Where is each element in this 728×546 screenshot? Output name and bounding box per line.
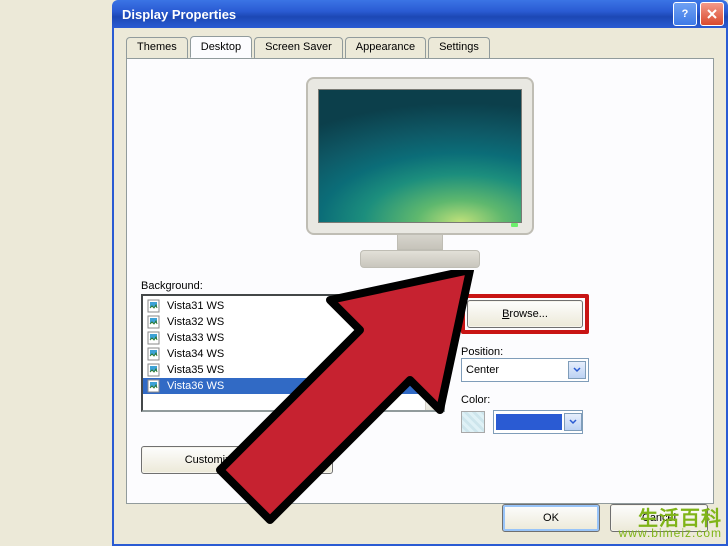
browse-button[interactable]: Browse... <box>467 300 583 328</box>
customize-desktop-button[interactable]: Customize Desktop... <box>141 446 333 474</box>
position-combo[interactable]: Center <box>461 358 589 382</box>
monitor-icon <box>306 77 534 235</box>
wallpaper-preview <box>141 77 699 268</box>
background-listbox[interactable]: Vista31 WS Vista32 WS Vista33 WS Vista34 WS… <box>141 294 445 412</box>
image-file-icon <box>147 347 163 361</box>
image-file-icon <box>147 331 163 345</box>
color-combo[interactable] <box>493 410 583 434</box>
list-item[interactable]: Vista31 WS <box>143 298 426 314</box>
scroll-up-button[interactable] <box>426 296 443 313</box>
scroll-thumb[interactable] <box>428 348 441 390</box>
tab-screensaver[interactable]: Screen Saver <box>254 37 343 59</box>
color-swatch-disabled <box>461 411 485 433</box>
list-item[interactable]: Vista32 WS <box>143 314 426 330</box>
tab-appearance[interactable]: Appearance <box>345 37 426 59</box>
list-item[interactable]: Vista33 WS <box>143 330 426 346</box>
highlight-browse: Browse... <box>461 294 589 334</box>
list-item[interactable]: Vista36 WS <box>143 378 426 394</box>
list-item-label: Vista32 WS <box>167 316 224 328</box>
dialog-client: Themes Desktop Screen Saver Appearance S… <box>112 28 728 546</box>
position-value: Center <box>466 364 499 376</box>
background-label: Background: <box>141 280 699 292</box>
window-title: Display Properties <box>122 7 670 22</box>
tab-strip: Themes Desktop Screen Saver Appearance S… <box>126 36 714 58</box>
list-item-label: Vista35 WS <box>167 364 224 376</box>
list-item[interactable]: Vista34 WS <box>143 346 426 362</box>
dropdown-arrow-icon <box>564 413 582 431</box>
close-icon <box>706 8 718 20</box>
list-item-label: Vista34 WS <box>167 348 224 360</box>
image-file-icon <box>147 363 163 377</box>
close-button[interactable] <box>700 2 724 26</box>
tab-desktop[interactable]: Desktop <box>190 36 252 58</box>
dropdown-arrow-icon <box>568 361 586 379</box>
list-item-label: Vista31 WS <box>167 300 224 312</box>
title-bar[interactable]: Display Properties ? <box>112 0 728 28</box>
help-button[interactable]: ? <box>673 2 697 26</box>
image-file-icon <box>147 299 163 313</box>
tab-panel-desktop: Background: Vista31 WS Vista32 WS Vista33 … <box>126 58 714 504</box>
chevron-down-icon <box>430 397 439 406</box>
scrollbar[interactable] <box>425 296 443 410</box>
watermark: 生活百科 www.bimeiz.com <box>619 512 722 540</box>
image-file-icon <box>147 315 163 329</box>
color-chip <box>496 414 562 430</box>
tab-settings[interactable]: Settings <box>428 37 490 59</box>
image-file-icon <box>147 379 163 393</box>
chevron-up-icon <box>430 300 439 309</box>
list-item-label: Vista33 WS <box>167 332 224 344</box>
position-label: Position: <box>461 346 589 358</box>
scroll-down-button[interactable] <box>426 393 443 410</box>
tab-themes[interactable]: Themes <box>126 37 188 59</box>
list-item-label: Vista36 WS <box>167 380 224 392</box>
list-item[interactable]: Vista35 WS <box>143 362 426 378</box>
color-label: Color: <box>461 394 589 406</box>
ok-button[interactable]: OK <box>502 504 600 532</box>
help-icon: ? <box>682 8 689 20</box>
